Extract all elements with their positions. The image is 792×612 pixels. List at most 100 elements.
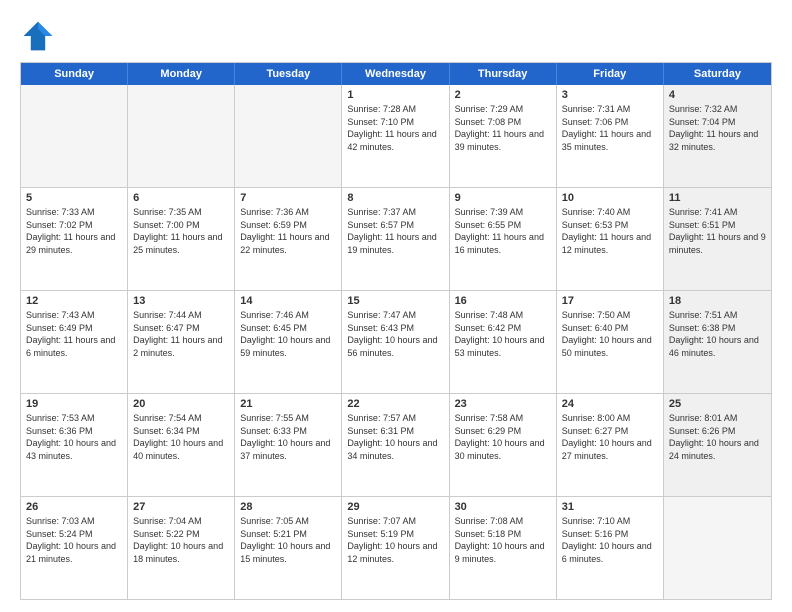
day-number: 3	[562, 89, 658, 101]
empty-cell-0-0	[21, 85, 128, 187]
empty-cell-4-6	[664, 497, 771, 599]
day-info: Sunrise: 7:36 AM Sunset: 6:59 PM Dayligh…	[240, 206, 336, 256]
day-number: 31	[562, 501, 658, 513]
page: SundayMondayTuesdayWednesdayThursdayFrid…	[0, 0, 792, 612]
day-number: 1	[347, 89, 443, 101]
day-number: 17	[562, 295, 658, 307]
day-cell-23: 23Sunrise: 7:58 AM Sunset: 6:29 PM Dayli…	[450, 394, 557, 496]
day-number: 26	[26, 501, 122, 513]
day-info: Sunrise: 7:39 AM Sunset: 6:55 PM Dayligh…	[455, 206, 551, 256]
day-cell-30: 30Sunrise: 7:08 AM Sunset: 5:18 PM Dayli…	[450, 497, 557, 599]
day-cell-27: 27 Sunrise: 7:04 AM Sunset: 5:22 PM Dayli…	[128, 497, 235, 599]
day-number: 27	[133, 501, 229, 513]
calendar-row-3: 19Sunrise: 7:53 AM Sunset: 6:36 PM Dayli…	[21, 393, 771, 496]
day-info: Sunrise: 7:33 AM Sunset: 7:02 PM Dayligh…	[26, 206, 122, 256]
day-cell-15: 15 Sunrise: 7:47 AM Sunset: 6:43 PM Dayli…	[342, 291, 449, 393]
logo-icon	[20, 18, 56, 54]
day-number: 5	[26, 192, 122, 204]
day-cell-26: 26 Sunrise: 7:03 AM Sunset: 5:24 PM Dayli…	[21, 497, 128, 599]
weekday-header-wednesday: Wednesday	[342, 63, 449, 85]
day-cell-18: 18Sunrise: 7:51 AM Sunset: 6:38 PM Dayli…	[664, 291, 771, 393]
day-cell-2: 2 Sunrise: 7:29 AM Sunset: 7:08 PM Daylig…	[450, 85, 557, 187]
day-info: Sunrise: 7:35 AM Sunset: 7:00 PM Dayligh…	[133, 206, 229, 256]
calendar-header: SundayMondayTuesdayWednesdayThursdayFrid…	[21, 63, 771, 85]
day-cell-25: 25Sunrise: 8:01 AM Sunset: 6:26 PM Dayli…	[664, 394, 771, 496]
day-number: 10	[562, 192, 658, 204]
day-cell-29: 29 Sunrise: 7:07 AM Sunset: 5:19 PM Dayli…	[342, 497, 449, 599]
day-cell-11: 11 Sunrise: 7:41 AM Sunset: 6:51 PM Dayli…	[664, 188, 771, 290]
day-info: Sunrise: 7:57 AM Sunset: 6:31 PM Dayligh…	[347, 412, 443, 462]
day-info: Sunrise: 7:51 AM Sunset: 6:38 PM Dayligh…	[669, 309, 766, 359]
weekday-header-monday: Monday	[128, 63, 235, 85]
empty-cell-0-1	[128, 85, 235, 187]
day-info: Sunrise: 7:47 AM Sunset: 6:43 PM Dayligh…	[347, 309, 443, 359]
day-cell-1: 1 Sunrise: 7:28 AM Sunset: 7:10 PM Daylig…	[342, 85, 449, 187]
day-cell-13: 13 Sunrise: 7:44 AM Sunset: 6:47 PM Dayli…	[128, 291, 235, 393]
day-number: 22	[347, 398, 443, 410]
day-info: Sunrise: 7:44 AM Sunset: 6:47 PM Dayligh…	[133, 309, 229, 359]
day-info: Sunrise: 7:46 AM Sunset: 6:45 PM Dayligh…	[240, 309, 336, 359]
day-number: 8	[347, 192, 443, 204]
day-info: Sunrise: 7:07 AM Sunset: 5:19 PM Dayligh…	[347, 515, 443, 565]
weekday-header-thursday: Thursday	[450, 63, 557, 85]
day-info: Sunrise: 7:40 AM Sunset: 6:53 PM Dayligh…	[562, 206, 658, 256]
day-number: 23	[455, 398, 551, 410]
calendar-body: 1 Sunrise: 7:28 AM Sunset: 7:10 PM Daylig…	[21, 85, 771, 599]
day-number: 13	[133, 295, 229, 307]
day-number: 24	[562, 398, 658, 410]
day-cell-17: 17 Sunrise: 7:50 AM Sunset: 6:40 PM Dayli…	[557, 291, 664, 393]
day-info: Sunrise: 7:03 AM Sunset: 5:24 PM Dayligh…	[26, 515, 122, 565]
day-info: Sunrise: 7:28 AM Sunset: 7:10 PM Dayligh…	[347, 103, 443, 153]
day-cell-8: 8 Sunrise: 7:37 AM Sunset: 6:57 PM Daylig…	[342, 188, 449, 290]
day-info: Sunrise: 7:55 AM Sunset: 6:33 PM Dayligh…	[240, 412, 336, 462]
day-info: Sunrise: 7:31 AM Sunset: 7:06 PM Dayligh…	[562, 103, 658, 153]
day-cell-28: 28 Sunrise: 7:05 AM Sunset: 5:21 PM Dayli…	[235, 497, 342, 599]
day-number: 6	[133, 192, 229, 204]
day-number: 25	[669, 398, 766, 410]
day-cell-20: 20 Sunrise: 7:54 AM Sunset: 6:34 PM Dayli…	[128, 394, 235, 496]
day-info: Sunrise: 8:00 AM Sunset: 6:27 PM Dayligh…	[562, 412, 658, 462]
day-number: 28	[240, 501, 336, 513]
day-cell-19: 19Sunrise: 7:53 AM Sunset: 6:36 PM Dayli…	[21, 394, 128, 496]
day-cell-7: 7 Sunrise: 7:36 AM Sunset: 6:59 PM Daylig…	[235, 188, 342, 290]
day-info: Sunrise: 7:54 AM Sunset: 6:34 PM Dayligh…	[133, 412, 229, 462]
day-number: 7	[240, 192, 336, 204]
day-number: 20	[133, 398, 229, 410]
day-info: Sunrise: 7:41 AM Sunset: 6:51 PM Dayligh…	[669, 206, 766, 256]
day-cell-24: 24 Sunrise: 8:00 AM Sunset: 6:27 PM Dayli…	[557, 394, 664, 496]
day-number: 30	[455, 501, 551, 513]
day-info: Sunrise: 7:48 AM Sunset: 6:42 PM Dayligh…	[455, 309, 551, 359]
day-info: Sunrise: 7:37 AM Sunset: 6:57 PM Dayligh…	[347, 206, 443, 256]
day-cell-9: 9Sunrise: 7:39 AM Sunset: 6:55 PM Daylig…	[450, 188, 557, 290]
calendar-row-1: 5 Sunrise: 7:33 AM Sunset: 7:02 PM Daylig…	[21, 187, 771, 290]
day-info: Sunrise: 7:43 AM Sunset: 6:49 PM Dayligh…	[26, 309, 122, 359]
day-cell-4: 4Sunrise: 7:32 AM Sunset: 7:04 PM Daylig…	[664, 85, 771, 187]
empty-cell-0-2	[235, 85, 342, 187]
day-cell-6: 6 Sunrise: 7:35 AM Sunset: 7:00 PM Daylig…	[128, 188, 235, 290]
day-cell-12: 12 Sunrise: 7:43 AM Sunset: 6:49 PM Dayli…	[21, 291, 128, 393]
day-info: Sunrise: 7:32 AM Sunset: 7:04 PM Dayligh…	[669, 103, 766, 153]
day-info: Sunrise: 7:29 AM Sunset: 7:08 PM Dayligh…	[455, 103, 551, 153]
day-number: 11	[669, 192, 766, 204]
logo	[20, 18, 62, 54]
day-cell-31: 31 Sunrise: 7:10 AM Sunset: 5:16 PM Dayli…	[557, 497, 664, 599]
day-cell-21: 21Sunrise: 7:55 AM Sunset: 6:33 PM Dayli…	[235, 394, 342, 496]
day-info: Sunrise: 7:04 AM Sunset: 5:22 PM Dayligh…	[133, 515, 229, 565]
day-number: 29	[347, 501, 443, 513]
weekday-header-tuesday: Tuesday	[235, 63, 342, 85]
day-info: Sunrise: 7:50 AM Sunset: 6:40 PM Dayligh…	[562, 309, 658, 359]
day-cell-5: 5 Sunrise: 7:33 AM Sunset: 7:02 PM Daylig…	[21, 188, 128, 290]
day-number: 12	[26, 295, 122, 307]
weekday-header-saturday: Saturday	[664, 63, 771, 85]
header	[20, 18, 772, 54]
day-cell-14: 14Sunrise: 7:46 AM Sunset: 6:45 PM Dayli…	[235, 291, 342, 393]
calendar: SundayMondayTuesdayWednesdayThursdayFrid…	[20, 62, 772, 600]
day-info: Sunrise: 7:05 AM Sunset: 5:21 PM Dayligh…	[240, 515, 336, 565]
day-number: 2	[455, 89, 551, 101]
day-cell-10: 10 Sunrise: 7:40 AM Sunset: 6:53 PM Dayli…	[557, 188, 664, 290]
day-cell-22: 22 Sunrise: 7:57 AM Sunset: 6:31 PM Dayli…	[342, 394, 449, 496]
weekday-header-friday: Friday	[557, 63, 664, 85]
day-cell-3: 3 Sunrise: 7:31 AM Sunset: 7:06 PM Daylig…	[557, 85, 664, 187]
day-number: 15	[347, 295, 443, 307]
day-info: Sunrise: 7:10 AM Sunset: 5:16 PM Dayligh…	[562, 515, 658, 565]
